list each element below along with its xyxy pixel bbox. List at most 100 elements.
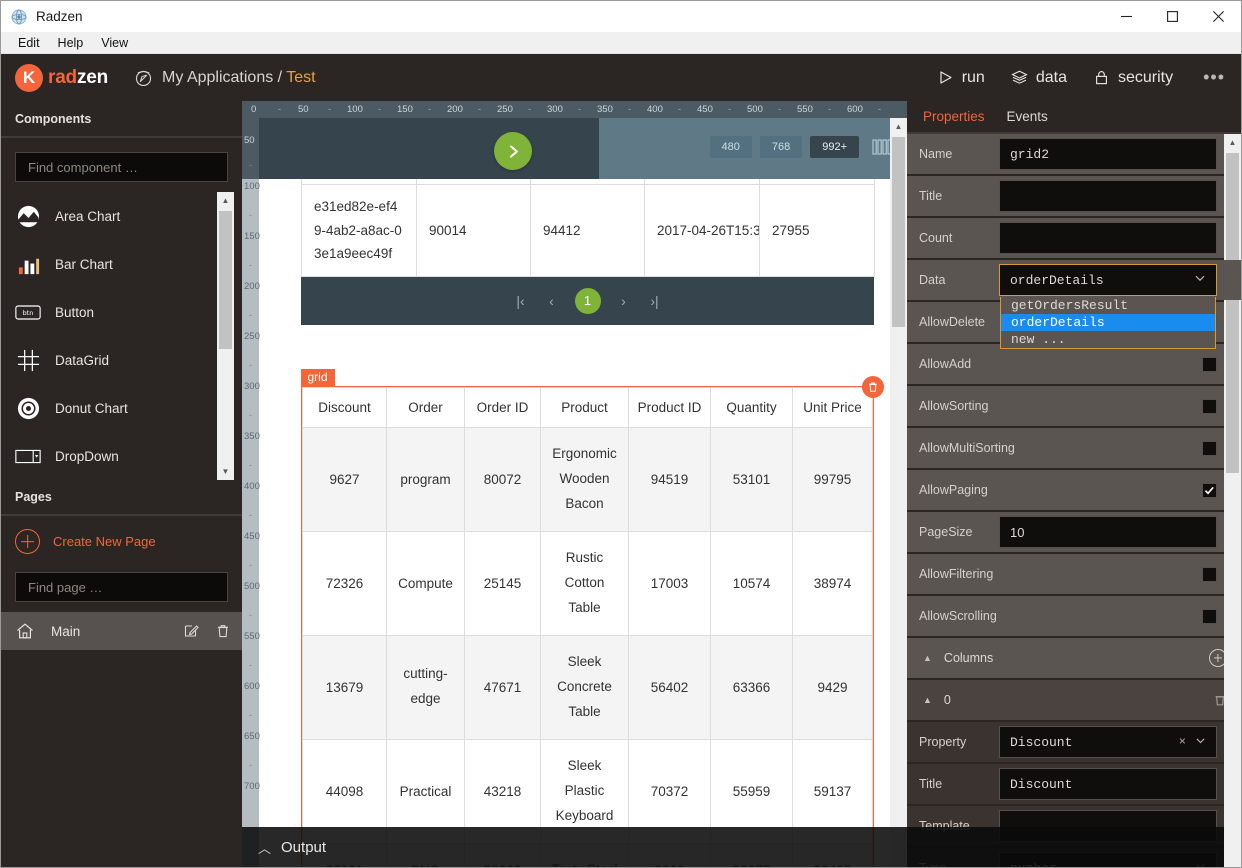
radzen-logo[interactable]: K radzen	[15, 63, 108, 92]
data-dropdown-options[interactable]: getOrdersResult orderDetails new ...	[1000, 297, 1216, 349]
column-header-order[interactable]: Order	[386, 387, 465, 428]
trash-icon[interactable]	[215, 623, 231, 639]
edit-icon[interactable]	[183, 623, 199, 639]
design-surface[interactable]: 7c11ed89678 e31ed82e-ef49-4ab2-a8ac-03e1…	[259, 118, 907, 867]
datagrid-grid2[interactable]: 7c11ed89678 e31ed82e-ef49-4ab2-a8ac-03e1…	[301, 156, 875, 325]
minimize-icon[interactable]	[1103, 1, 1149, 32]
table-row[interactable]: e31ed82e-ef49-4ab2-a8ac-03e1a9eec49f 900…	[301, 184, 875, 277]
viewport-480-button[interactable]: 480	[709, 136, 752, 158]
menu-item-help[interactable]: Help	[49, 34, 93, 52]
data-select[interactable]: orderDetails getOrdersResult orderDetail…	[999, 264, 1217, 349]
breadcrumb[interactable]: My Applications / Test	[134, 68, 316, 87]
component-item-area-chart[interactable]: Area Chart	[1, 192, 242, 240]
viewport-992-button[interactable]: 992+	[810, 136, 859, 158]
canvas-play-button[interactable]	[494, 132, 532, 170]
properties-scrollbar[interactable]: ▲ ▼	[1224, 134, 1241, 867]
radzen-window: Radzen Edit Help View K radzen My Applic…	[0, 0, 1242, 868]
property-label: Title	[919, 777, 943, 791]
dropdown-option-getordersresult[interactable]: getOrdersResult	[1001, 297, 1215, 314]
output-bar[interactable]: ︿ Output	[242, 827, 1241, 867]
pager-next-button[interactable]: ›	[616, 293, 632, 309]
chevron-up-icon[interactable]: ︿	[258, 838, 271, 857]
column-header-product-id[interactable]: Product ID	[628, 387, 711, 428]
pager-prev-button[interactable]: ‹	[544, 293, 560, 309]
scroll-down-arrow-icon[interactable]: ▼	[217, 463, 234, 480]
ruler-tick: 500	[747, 104, 763, 115]
viewport-768-button[interactable]: 768	[759, 136, 803, 158]
page-name: Main	[51, 623, 81, 639]
pager-last-button[interactable]: ›|	[647, 293, 663, 309]
datagrid-grid-selected[interactable]: grid Discount Order Order ID Product Pro…	[300, 369, 884, 867]
component-item-dropdown[interactable]: DropDown	[1, 432, 242, 480]
ruler-dash: -	[249, 510, 252, 520]
ruler-tick: 550	[244, 631, 260, 642]
component-search-input[interactable]: Find component …	[15, 152, 228, 182]
column-header-product[interactable]: Product	[540, 387, 629, 428]
scroll-up-arrow-icon[interactable]: ▲	[1224, 134, 1241, 151]
cell: 13679	[302, 634, 387, 740]
column-title-input[interactable]: Discount	[999, 768, 1217, 800]
scrollbar-thumb[interactable]	[1226, 153, 1239, 473]
column-header-quantity[interactable]: Quantity	[710, 387, 793, 428]
page-search-input[interactable]: Find page …	[15, 572, 228, 602]
scrollbar-thumb[interactable]	[892, 137, 905, 327]
pagesize-input[interactable]: 10	[999, 516, 1217, 548]
scroll-up-arrow-icon[interactable]: ▲	[890, 118, 907, 135]
table-row[interactable]: 9627 program 80072 Ergonomic Wooden Baco…	[302, 427, 873, 532]
component-item-donut-chart[interactable]: Donut Chart	[1, 384, 242, 432]
page-list-item-main[interactable]: Main	[1, 612, 242, 650]
close-icon[interactable]	[1195, 1, 1241, 32]
columns-section-header[interactable]: ▲ Columns	[907, 638, 1241, 678]
column-item-header[interactable]: ▲ 0	[907, 680, 1241, 720]
properties-list[interactable]: Name grid2 Title Count Data orderDetails	[907, 134, 1241, 867]
ruler-dash: -	[249, 360, 252, 370]
design-canvas[interactable]: 0 - 50 - 100 - 150 - 200 - 250 - 300 - 3…	[242, 101, 907, 867]
title-input[interactable]	[999, 180, 1217, 212]
chevron-up-icon[interactable]: ▲	[923, 653, 932, 663]
tab-events[interactable]: Events	[1007, 109, 1048, 124]
ruler-dash: -	[628, 104, 632, 115]
component-item-bar-chart[interactable]: Bar Chart	[1, 240, 242, 288]
bar-chart-icon	[15, 251, 41, 277]
count-input[interactable]	[999, 222, 1217, 254]
name-input[interactable]: grid2	[999, 138, 1217, 170]
allowsorting-checkbox[interactable]	[1202, 398, 1217, 414]
create-new-page-button[interactable]: Create New Page	[1, 516, 242, 567]
column-property-select[interactable]: Discount ×	[999, 726, 1217, 758]
component-list-scrollbar[interactable]: ▲ ▼	[217, 192, 234, 480]
pager-first-button[interactable]: |‹	[513, 293, 529, 309]
table-row[interactable]: 13679 cutting-edge 47671 Sleek Concrete …	[302, 634, 873, 740]
security-button[interactable]: security	[1093, 69, 1173, 87]
column-header-discount[interactable]: Discount	[302, 387, 387, 428]
horizontal-ruler: 0 - 50 - 100 - 150 - 200 - 250 - 300 - 3…	[242, 101, 907, 118]
maximize-icon[interactable]	[1149, 1, 1195, 32]
more-options-icon[interactable]: •••	[1199, 67, 1229, 88]
allowfiltering-checkbox[interactable]	[1202, 566, 1217, 582]
canvas-scrollbar[interactable]: ▲	[890, 118, 907, 867]
chevron-up-icon[interactable]: ▲	[923, 695, 932, 705]
run-button[interactable]: run	[937, 69, 985, 87]
table-row[interactable]: 72326 Compute 25145 Rustic Cotton Table …	[302, 530, 873, 636]
pager-current-page[interactable]: 1	[574, 287, 601, 314]
allowpaging-checkbox[interactable]	[1202, 482, 1217, 498]
menu-item-view[interactable]: View	[92, 34, 137, 52]
chevron-down-icon[interactable]	[1195, 735, 1206, 750]
column-header-unit-price[interactable]: Unit Price	[792, 387, 873, 428]
scroll-up-arrow-icon[interactable]: ▲	[217, 192, 234, 209]
clear-icon[interactable]: ×	[1179, 735, 1186, 749]
viewport-size-buttons: 480 768 992+	[709, 136, 859, 158]
trash-icon[interactable]	[862, 376, 884, 398]
data-button[interactable]: data	[1011, 69, 1067, 87]
component-item-datagrid[interactable]: DataGrid	[1, 336, 242, 384]
scrollbar-thumb[interactable]	[219, 211, 232, 349]
menu-item-edit[interactable]: Edit	[9, 34, 49, 52]
allowadd-checkbox[interactable]	[1202, 356, 1217, 372]
dropdown-option-new[interactable]: new ...	[1001, 331, 1215, 348]
tab-properties[interactable]: Properties	[923, 109, 985, 124]
column-header-order-id[interactable]: Order ID	[464, 387, 541, 428]
allowmultisorting-checkbox[interactable]	[1202, 440, 1217, 456]
component-item-button[interactable]: btn Button	[1, 288, 242, 336]
allowscrolling-checkbox[interactable]	[1202, 608, 1217, 624]
ruler-dash: -	[878, 104, 882, 115]
dropdown-option-orderdetails[interactable]: orderDetails	[1001, 314, 1215, 331]
